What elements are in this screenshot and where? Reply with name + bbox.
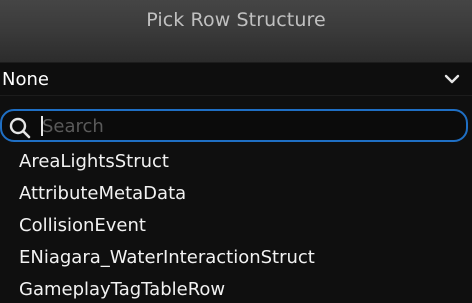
- list-item[interactable]: ENiagara_WaterInteractionStruct: [0, 242, 472, 274]
- list-item[interactable]: AreaLightsStruct: [0, 146, 472, 178]
- chevron-down-icon: [444, 74, 460, 84]
- search-icon: [9, 117, 31, 139]
- row-structure-combo[interactable]: None: [0, 62, 472, 96]
- pick-row-structure-dialog: Pick Row Structure None AreaLightsStruct…: [0, 0, 472, 303]
- list-item[interactable]: GameplayTagTableRow: [0, 274, 472, 303]
- search-input[interactable]: [42, 114, 442, 138]
- search-box[interactable]: [0, 109, 468, 142]
- row-structure-list: AreaLightsStruct AttributeMetaData Colli…: [0, 146, 472, 303]
- combo-selected-value: None: [2, 69, 49, 90]
- list-item[interactable]: CollisionEvent: [0, 210, 472, 242]
- title-bar: Pick Row Structure: [0, 0, 472, 62]
- dialog-title: Pick Row Structure: [146, 9, 326, 31]
- list-item[interactable]: AttributeMetaData: [0, 178, 472, 210]
